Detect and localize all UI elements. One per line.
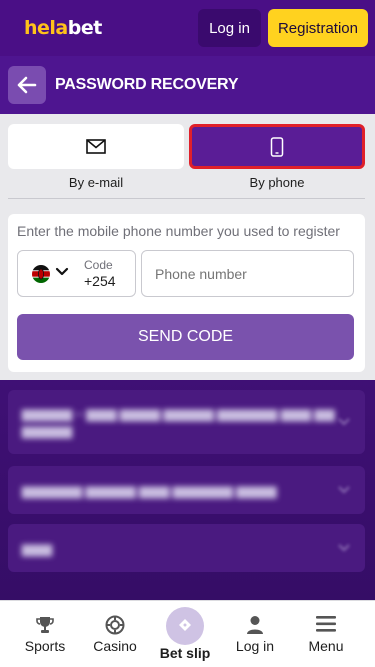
nav-menu-label: Menu	[308, 638, 344, 654]
faq-accordion-item[interactable]: ▆▆▆▆▆▆ ▆▆▆▆▆ ▆▆▆ ▆▆▆▆▆▆ ▆▆▆▆	[8, 466, 365, 514]
form-hint: Enter the mobile phone number you used t…	[17, 223, 340, 239]
nav-casino[interactable]: Casino	[80, 601, 150, 667]
phone-number-input[interactable]	[141, 250, 354, 297]
bottom-navigation: Sports Casino Bet slip Log in Menu	[0, 600, 375, 667]
phone-recovery-form: Enter the mobile phone number you used t…	[8, 214, 365, 372]
smartphone-icon	[270, 136, 284, 157]
country-code-label: Code	[84, 258, 113, 272]
nav-bet-slip-label: Bet slip	[159, 645, 211, 661]
country-code-select[interactable]: Code +254	[17, 250, 136, 297]
envelope-icon	[86, 139, 106, 154]
faq-section: ▆▆▆▆▆ – ▆▆▆ ▆▆▆▆ ▆▆▆▆▆ ▆▆▆▆▆▆ ▆▆▆ ▆▆ ▆▆▆▆…	[0, 380, 375, 600]
tab-by-phone[interactable]: By phone	[189, 124, 365, 190]
login-button[interactable]: Log in	[198, 9, 261, 47]
kenya-flag-icon	[32, 265, 50, 283]
logo-text-bet: bet	[67, 17, 103, 39]
page-titlebar: PASSWORD RECOVERY	[0, 56, 375, 114]
page-title: PASSWORD RECOVERY	[55, 76, 239, 93]
nav-casino-label: Casino	[93, 638, 137, 654]
back-button[interactable]	[8, 66, 46, 104]
nav-log-in[interactable]: Log in	[220, 601, 290, 667]
send-code-button[interactable]: SEND CODE	[17, 314, 354, 360]
tab-by-email[interactable]: By e-mail	[8, 124, 184, 190]
nav-sports[interactable]: Sports	[10, 601, 80, 667]
nav-bet-slip[interactable]: Bet slip	[150, 601, 220, 667]
casino-chip-icon	[105, 615, 125, 635]
faq-item-blurred-text: ▆▆▆▆▆ – ▆▆▆ ▆▆▆▆ ▆▆▆▆▆ ▆▆▆▆▆▆ ▆▆▆ ▆▆ ▆▆▆▆…	[22, 406, 335, 438]
hamburger-menu-icon	[316, 616, 336, 632]
faq-accordion-item[interactable]: ▆▆▆▆▆ – ▆▆▆ ▆▆▆▆ ▆▆▆▆▆ ▆▆▆▆▆▆ ▆▆▆ ▆▆ ▆▆▆▆…	[8, 390, 365, 454]
recovery-panel: By e-mail By phone Enter the mobile phon…	[0, 114, 375, 380]
ticket-icon	[179, 619, 191, 631]
recovery-method-tabs: By e-mail By phone	[8, 124, 365, 190]
tab-by-email-box[interactable]	[8, 124, 184, 169]
faq-accordion-item[interactable]: ▆▆▆	[8, 524, 365, 572]
chevron-down-icon	[338, 418, 350, 426]
trophy-icon	[36, 617, 54, 633]
chevron-down-icon	[338, 486, 350, 494]
chevron-down-icon	[338, 544, 350, 552]
faq-item-blurred-text: ▆▆▆▆▆▆ ▆▆▆▆▆ ▆▆▆ ▆▆▆▆▆▆ ▆▆▆▆	[22, 482, 277, 498]
tab-by-phone-box[interactable]	[189, 124, 365, 169]
nav-log-in-label: Log in	[235, 638, 275, 654]
logo-text-hela: hela	[24, 17, 68, 39]
country-code-value: +254	[84, 273, 116, 289]
arrow-left-icon	[17, 76, 37, 94]
nav-sports-label: Sports	[24, 638, 66, 654]
registration-button[interactable]: Registration	[267, 9, 368, 47]
faq-item-blurred-text: ▆▆▆	[22, 540, 52, 556]
tab-by-email-label: By e-mail	[68, 175, 124, 190]
helabet-logo[interactable]: helabet	[24, 17, 102, 39]
user-icon	[247, 616, 263, 634]
tabs-divider	[8, 198, 365, 199]
top-header: helabet Log in Registration	[0, 0, 375, 56]
chevron-down-icon	[55, 267, 69, 276]
nav-menu[interactable]: Menu	[291, 601, 361, 667]
tab-by-phone-label: By phone	[249, 175, 305, 190]
